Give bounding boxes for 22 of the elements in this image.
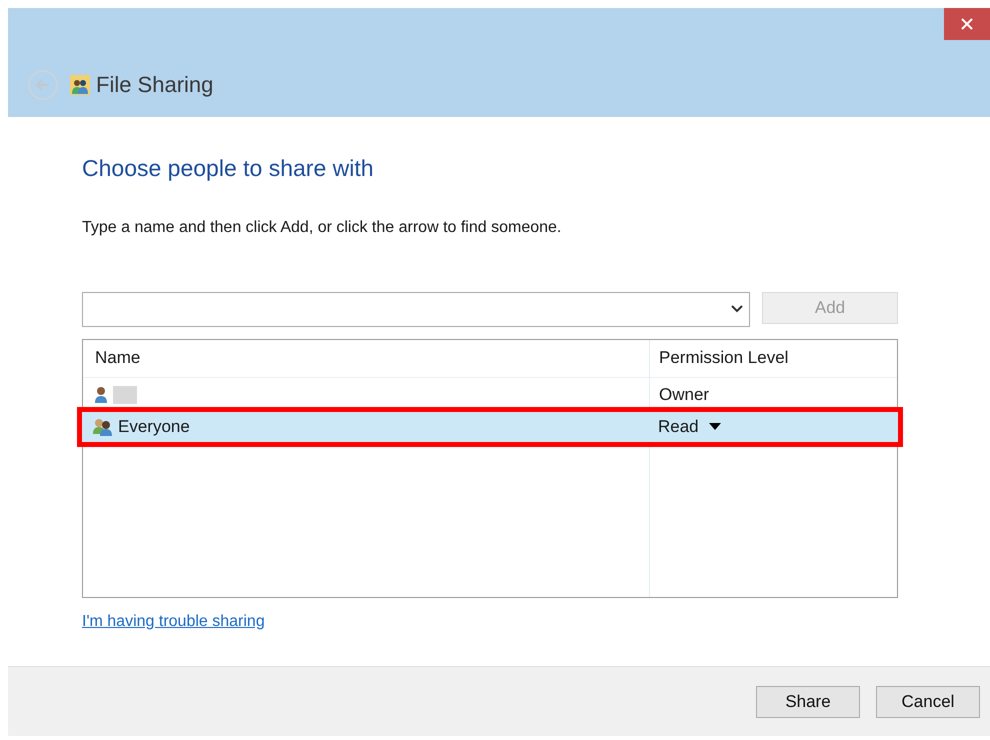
permission-level: Read [658,416,699,438]
instruction-text: Type a name and then click Add, or click the arrow to find someone. [82,218,562,238]
close-button[interactable] [944,8,990,40]
heading: Choose people to share with [82,154,375,183]
window-title: File Sharing [96,71,214,99]
permission-level: Owner [659,384,710,406]
close-icon [961,18,973,30]
person-name: Everyone [118,416,190,438]
dropdown-arrow-icon[interactable] [708,423,721,430]
table-row[interactable]: Owner [83,380,897,410]
help-link[interactable]: I'm having trouble sharing [82,610,265,634]
people-icon [92,418,114,436]
table-row[interactable]: Everyone Read [82,412,898,442]
back-arrow-icon [36,78,50,90]
dialog-button[interactable]: Cancel [876,686,980,718]
dialog-button[interactable]: Share [756,686,860,718]
user-icon [93,386,109,404]
sharing-icon [70,74,90,94]
chevron-down-icon[interactable] [731,305,743,313]
column-header[interactable]: Name [83,345,649,371]
column-header[interactable]: Permission Level [649,345,788,371]
redacted-name [113,386,137,404]
